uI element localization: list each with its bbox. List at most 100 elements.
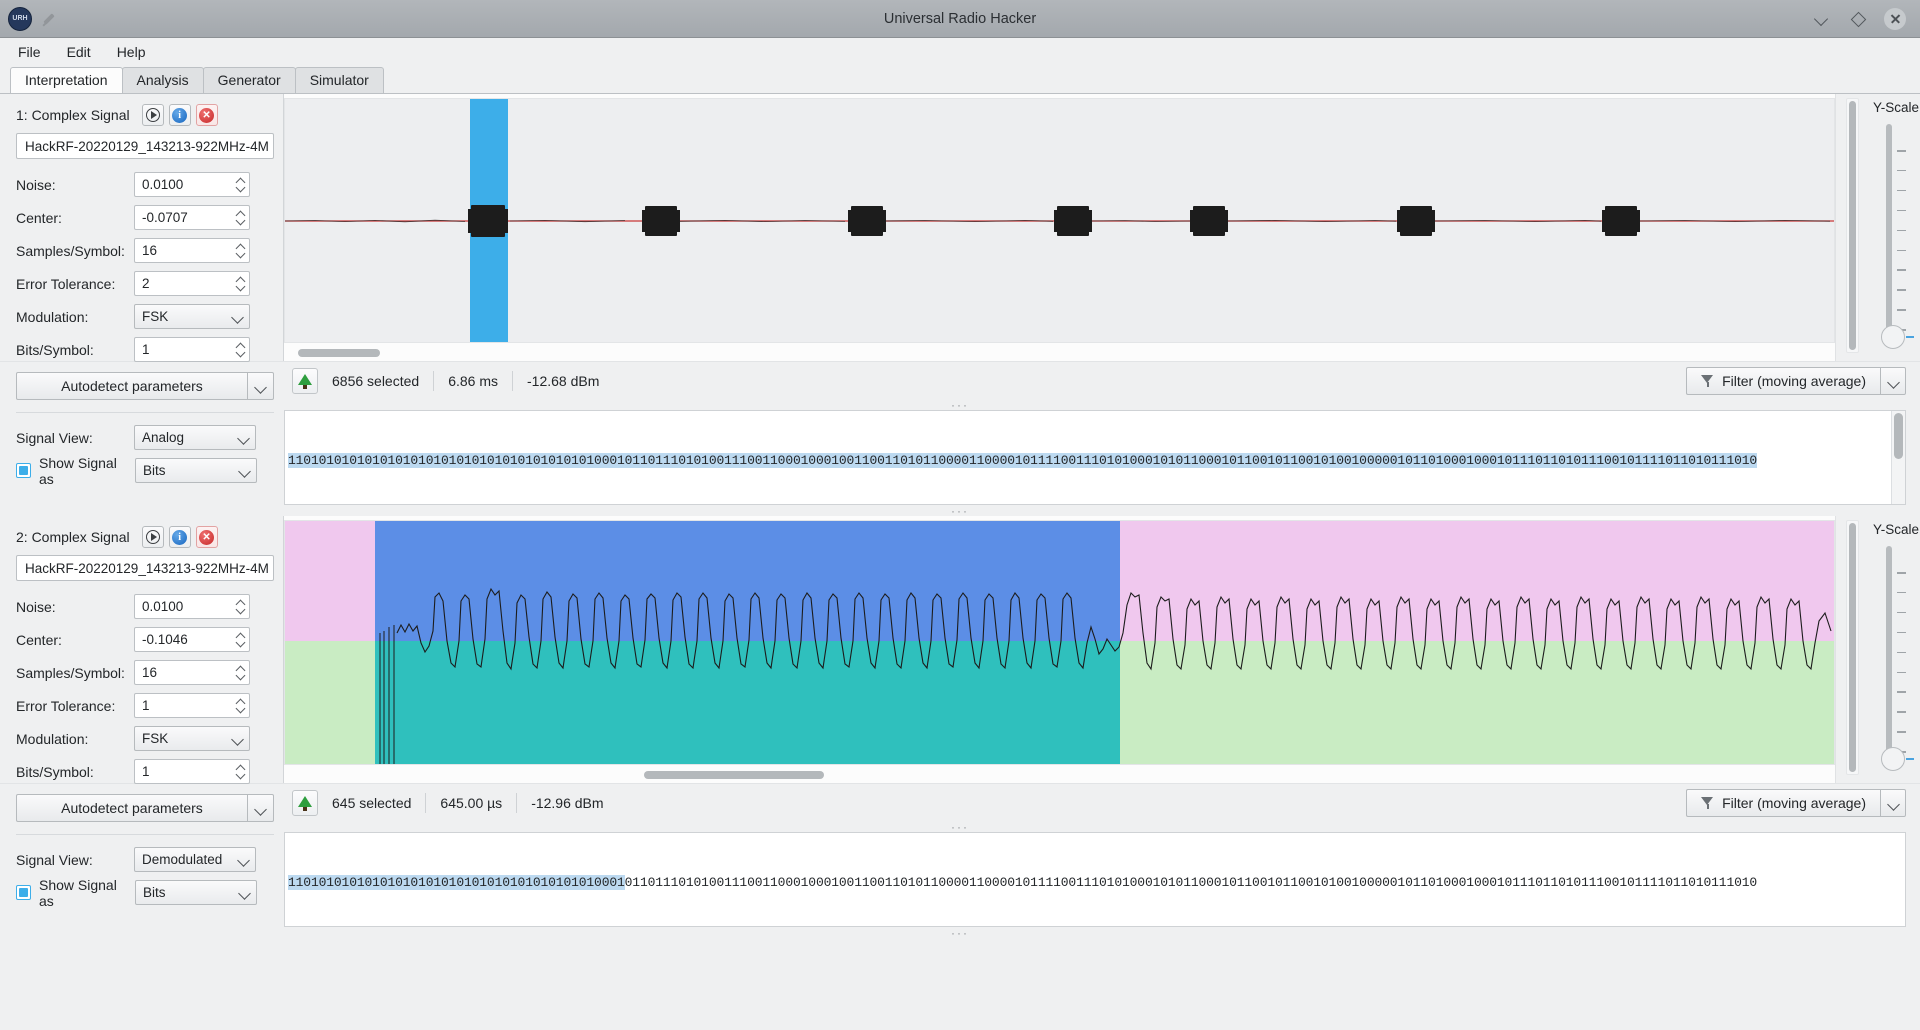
signal-1-graph[interactable] — [284, 94, 1835, 361]
error-tolerance-input[interactable]: 1 — [134, 693, 250, 718]
signal-view-label: Signal View: — [16, 429, 93, 446]
play-button[interactable] — [141, 526, 164, 548]
pin-icon[interactable] — [40, 10, 58, 28]
play-button[interactable] — [141, 104, 164, 126]
bits-per-symbol-input[interactable]: 1 — [134, 337, 250, 362]
show-signal-as-checkbox[interactable] — [16, 463, 31, 478]
signal-1-bits-vscroll-thumb[interactable] — [1894, 413, 1903, 459]
show-signal-as-select[interactable]: Bits — [135, 458, 257, 483]
samples-per-symbol-input[interactable]: 16 — [134, 238, 250, 263]
signal-view-select[interactable]: Analog — [134, 425, 256, 450]
modulation-select[interactable]: FSK — [134, 726, 250, 751]
titlebar-window-controls — [1812, 7, 1920, 30]
menubar: File Edit Help — [0, 38, 1920, 66]
signal-2-hscroll-thumb[interactable] — [644, 771, 824, 779]
samples-per-symbol-stepper[interactable] — [232, 239, 249, 262]
tab-interpretation[interactable]: Interpretation — [10, 67, 123, 93]
signal-1-bits-pane[interactable]: 1101010101010101010101010101010101010101… — [284, 410, 1906, 505]
signal-2-filename-input[interactable]: HackRF-20220129_143213-922MHz-4M — [16, 555, 274, 581]
close-signal-button[interactable]: ✕ — [195, 104, 218, 126]
bits-line: 1101010101010101010101010101010101010101… — [288, 873, 1903, 893]
signal-1-vscrollbar[interactable] — [1846, 98, 1859, 353]
signal-2-yscale-slider[interactable] — [1881, 546, 1914, 771]
signal-2-bits-pane[interactable]: 1101010101010101010101010101010101010101… — [284, 832, 1906, 927]
info-button[interactable]: i — [168, 526, 191, 548]
signal-1-bottom-splitter[interactable]: ··· — [0, 505, 1920, 517]
maximize-button[interactable] — [1848, 9, 1868, 29]
yscale-slider-groove — [1886, 546, 1892, 755]
bits-per-symbol-input[interactable]: 1 — [134, 759, 250, 784]
modulation-select[interactable]: FSK — [134, 304, 250, 329]
autodetect-options-button[interactable] — [248, 372, 274, 400]
error-tolerance-stepper[interactable] — [232, 272, 249, 295]
signal-view-select[interactable]: Demodulated — [134, 847, 256, 872]
signal-2-filter-group: Filter (moving average) — [1686, 788, 1906, 817]
signal-2-tree-button[interactable] — [292, 789, 318, 816]
signal-2-plot[interactable] — [284, 520, 1835, 765]
menu-file[interactable]: File — [6, 41, 53, 63]
tab-analysis[interactable]: Analysis — [121, 67, 204, 93]
noise-input[interactable]: 0.0100 — [134, 172, 250, 197]
noise-stepper[interactable] — [232, 595, 249, 618]
signal-2-vscroll-thumb[interactable] — [1849, 523, 1856, 772]
bits-per-symbol-stepper[interactable] — [232, 338, 249, 361]
show-signal-as-label: Show Signal as — [39, 876, 117, 909]
signal-1-tree-button[interactable] — [292, 367, 318, 394]
show-signal-as-checkbox[interactable] — [16, 885, 31, 900]
signal-1-hscroll-thumb[interactable] — [298, 349, 380, 357]
signal-1-vscroll-thumb[interactable] — [1849, 101, 1856, 350]
menu-edit[interactable]: Edit — [55, 41, 103, 63]
tab-generator[interactable]: Generator — [202, 67, 296, 93]
signal-1-yscale-slider[interactable] — [1881, 124, 1914, 349]
autodetect-options-button[interactable] — [248, 794, 274, 822]
signal-1-yscale-panel: Y-Scale — [1835, 94, 1920, 361]
filter-moving-average-button[interactable]: Filter (moving average) — [1686, 366, 1880, 395]
signal-1-bits-vscrollbar[interactable] — [1891, 411, 1905, 504]
tab-simulator[interactable]: Simulator — [294, 67, 384, 93]
center-stepper[interactable] — [232, 628, 249, 651]
signal-1-hscrollbar[interactable] — [284, 347, 1835, 359]
signal-1-power: -12.68 dBm — [527, 372, 600, 389]
signal-1-splitter[interactable]: ··· — [0, 399, 1920, 411]
filter-options-button[interactable] — [1880, 788, 1906, 817]
menu-help[interactable]: Help — [105, 41, 158, 63]
samples-per-symbol-stepper[interactable] — [232, 661, 249, 684]
yscale-slider-handle[interactable] — [1881, 747, 1914, 771]
signal-2-demodulated-waveform — [285, 521, 1834, 764]
error-tolerance-input[interactable]: 2 — [134, 271, 250, 296]
minimize-button[interactable] — [1812, 9, 1832, 29]
signal-2-vscrollbar[interactable] — [1846, 520, 1859, 775]
signal-2-graph[interactable] — [284, 516, 1835, 783]
close-window-button[interactable] — [1884, 7, 1906, 30]
show-signal-as-select[interactable]: Bits — [135, 880, 257, 905]
signal-1-bits-wrap: 1101010101010101010101010101010101010101… — [0, 410, 1920, 505]
autodetect-parameters-button[interactable]: Autodetect parameters — [16, 794, 248, 822]
chevron-down-icon — [235, 426, 255, 449]
signal-2-bottom-splitter[interactable]: ··· — [0, 927, 1920, 939]
noise-value: 0.0100 — [142, 599, 184, 614]
filter-moving-average-button[interactable]: Filter (moving average) — [1686, 788, 1880, 817]
signal-1-plot[interactable] — [284, 98, 1835, 343]
info-button[interactable]: i — [168, 104, 191, 126]
samples-per-symbol-input[interactable]: 16 — [134, 660, 250, 685]
signal-2-splitter[interactable]: ··· — [0, 821, 1920, 833]
close-signal-button[interactable]: ✕ — [195, 526, 218, 548]
signal-1-statusbar: 6856 selected 6.86 ms -12.68 dBm Filter … — [0, 361, 1920, 399]
noise-input[interactable]: 0.0100 — [134, 594, 250, 619]
show-signal-as-label: Show Signal as — [39, 454, 117, 487]
center-input[interactable]: -0.0707 — [134, 205, 250, 230]
signal-2-selected-count: 645 selected — [332, 794, 412, 811]
signal-1-filter-group: Filter (moving average) — [1686, 366, 1906, 395]
chevron-down-icon — [236, 881, 256, 904]
error-tolerance-stepper[interactable] — [232, 694, 249, 717]
signal-1-filename-input[interactable]: HackRF-20220129_143213-922MHz-4M — [16, 133, 274, 159]
bits-per-symbol-stepper[interactable] — [232, 760, 249, 783]
autodetect-parameters-button[interactable]: Autodetect parameters — [16, 372, 248, 400]
filter-options-button[interactable] — [1880, 366, 1906, 395]
signal-1-modulation-row: Modulation: FSK — [16, 300, 273, 333]
noise-stepper[interactable] — [232, 173, 249, 196]
center-stepper[interactable] — [232, 206, 249, 229]
center-input[interactable]: -0.1046 — [134, 627, 250, 652]
yscale-slider-handle[interactable] — [1881, 325, 1914, 349]
signal-2-hscrollbar[interactable] — [284, 769, 1835, 781]
